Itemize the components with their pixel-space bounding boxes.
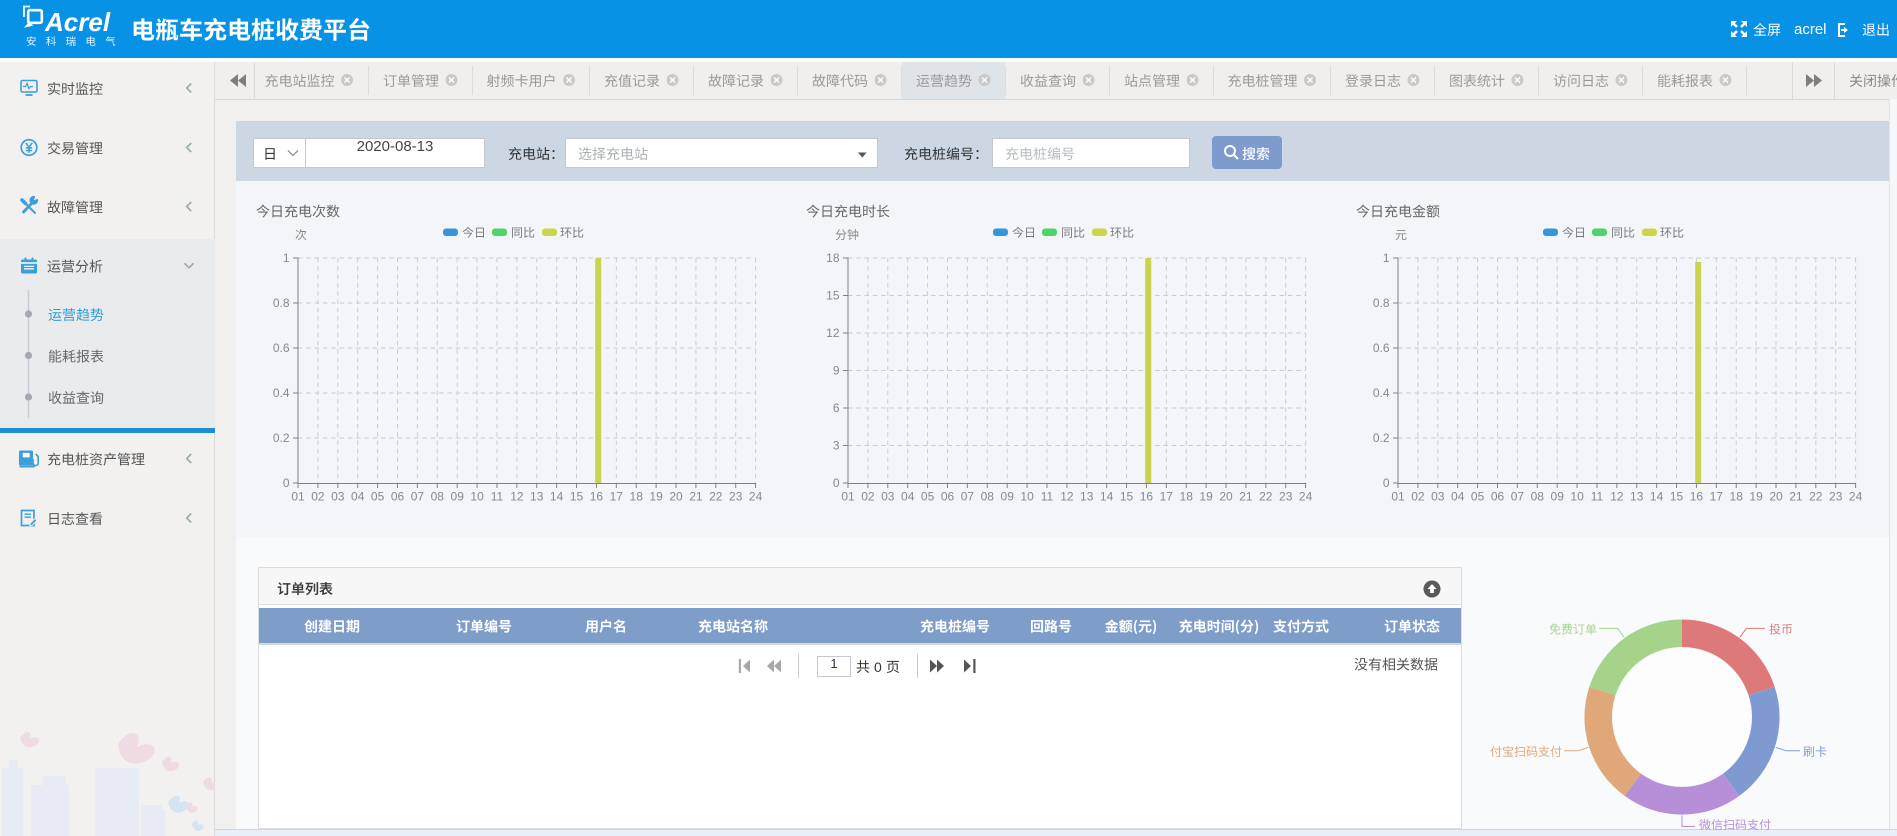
svg-text:15: 15 xyxy=(1120,490,1134,504)
svg-text:0.4: 0.4 xyxy=(273,386,290,400)
svg-text:16: 16 xyxy=(1140,490,1154,504)
svg-text:3: 3 xyxy=(833,439,840,453)
svg-text:14: 14 xyxy=(1650,490,1664,504)
svg-text:09: 09 xyxy=(1001,490,1015,504)
svg-text:10: 10 xyxy=(1020,490,1034,504)
svg-text:9: 9 xyxy=(833,364,840,378)
svg-text:04: 04 xyxy=(901,490,915,504)
svg-text:20: 20 xyxy=(1219,490,1233,504)
svg-text:21: 21 xyxy=(1239,490,1253,504)
svg-text:19: 19 xyxy=(649,490,663,504)
svg-text:09: 09 xyxy=(1551,490,1565,504)
svg-text:19: 19 xyxy=(1749,490,1763,504)
svg-text:24: 24 xyxy=(1299,490,1313,504)
svg-text:12: 12 xyxy=(826,326,840,340)
svg-text:0.6: 0.6 xyxy=(1373,341,1390,355)
svg-text:0.2: 0.2 xyxy=(273,431,290,445)
svg-text:13: 13 xyxy=(1630,490,1644,504)
svg-text:15: 15 xyxy=(826,289,840,303)
svg-text:1: 1 xyxy=(1383,251,1390,265)
svg-text:15: 15 xyxy=(1670,490,1684,504)
svg-text:12: 12 xyxy=(1060,490,1074,504)
svg-text:06: 06 xyxy=(1491,490,1505,504)
svg-text:06: 06 xyxy=(391,490,405,504)
svg-text:14: 14 xyxy=(550,490,564,504)
svg-text:13: 13 xyxy=(530,490,544,504)
svg-text:21: 21 xyxy=(1789,490,1803,504)
svg-text:14: 14 xyxy=(1100,490,1114,504)
svg-text:08: 08 xyxy=(1531,490,1545,504)
svg-text:18: 18 xyxy=(630,490,644,504)
svg-text:05: 05 xyxy=(921,490,935,504)
svg-text:21: 21 xyxy=(689,490,703,504)
svg-text:1: 1 xyxy=(283,251,290,265)
svg-text:18: 18 xyxy=(826,251,840,265)
svg-text:11: 11 xyxy=(491,490,504,504)
svg-text:08: 08 xyxy=(431,490,445,504)
svg-text:0.2: 0.2 xyxy=(1373,431,1390,445)
svg-text:08: 08 xyxy=(981,490,995,504)
svg-text:04: 04 xyxy=(1451,490,1465,504)
svg-text:15: 15 xyxy=(570,490,584,504)
svg-text:16: 16 xyxy=(1690,490,1704,504)
svg-text:17: 17 xyxy=(610,490,624,504)
svg-text:23: 23 xyxy=(729,490,743,504)
svg-text:01: 01 xyxy=(291,490,305,504)
svg-text:12: 12 xyxy=(1610,490,1624,504)
svg-text:0: 0 xyxy=(833,476,840,490)
svg-text:0: 0 xyxy=(1383,476,1390,490)
svg-text:01: 01 xyxy=(1391,490,1405,504)
svg-text:0.8: 0.8 xyxy=(1373,296,1390,310)
svg-text:16: 16 xyxy=(590,490,604,504)
svg-text:05: 05 xyxy=(371,490,385,504)
svg-text:12: 12 xyxy=(510,490,524,504)
svg-text:04: 04 xyxy=(351,490,365,504)
svg-text:24: 24 xyxy=(749,490,763,504)
svg-text:10: 10 xyxy=(1570,490,1584,504)
svg-text:18: 18 xyxy=(1180,490,1194,504)
svg-text:23: 23 xyxy=(1829,490,1843,504)
svg-text:11: 11 xyxy=(1591,490,1604,504)
svg-text:0: 0 xyxy=(283,476,290,490)
svg-text:02: 02 xyxy=(1411,490,1425,504)
svg-text:07: 07 xyxy=(411,490,425,504)
svg-text:19: 19 xyxy=(1199,490,1213,504)
svg-text:22: 22 xyxy=(709,490,723,504)
svg-text:17: 17 xyxy=(1160,490,1174,504)
svg-text:17: 17 xyxy=(1710,490,1724,504)
svg-text:18: 18 xyxy=(1730,490,1744,504)
svg-text:07: 07 xyxy=(1511,490,1525,504)
svg-text:03: 03 xyxy=(881,490,895,504)
svg-text:13: 13 xyxy=(1080,490,1094,504)
svg-text:0.4: 0.4 xyxy=(1373,386,1390,400)
svg-text:05: 05 xyxy=(1471,490,1485,504)
svg-text:22: 22 xyxy=(1259,490,1273,504)
svg-text:24: 24 xyxy=(1849,490,1863,504)
svg-text:07: 07 xyxy=(961,490,975,504)
svg-text:06: 06 xyxy=(941,490,955,504)
svg-text:03: 03 xyxy=(331,490,345,504)
svg-text:02: 02 xyxy=(861,490,875,504)
svg-text:22: 22 xyxy=(1809,490,1823,504)
svg-text:23: 23 xyxy=(1279,490,1293,504)
svg-text:20: 20 xyxy=(669,490,683,504)
svg-text:03: 03 xyxy=(1431,490,1445,504)
svg-text:0.8: 0.8 xyxy=(273,296,290,310)
svg-text:02: 02 xyxy=(311,490,325,504)
svg-text:0.6: 0.6 xyxy=(273,341,290,355)
svg-text:20: 20 xyxy=(1769,490,1783,504)
svg-text:09: 09 xyxy=(451,490,465,504)
svg-text:01: 01 xyxy=(841,490,855,504)
svg-text:6: 6 xyxy=(833,401,840,415)
svg-text:10: 10 xyxy=(470,490,484,504)
svg-text:11: 11 xyxy=(1041,490,1054,504)
